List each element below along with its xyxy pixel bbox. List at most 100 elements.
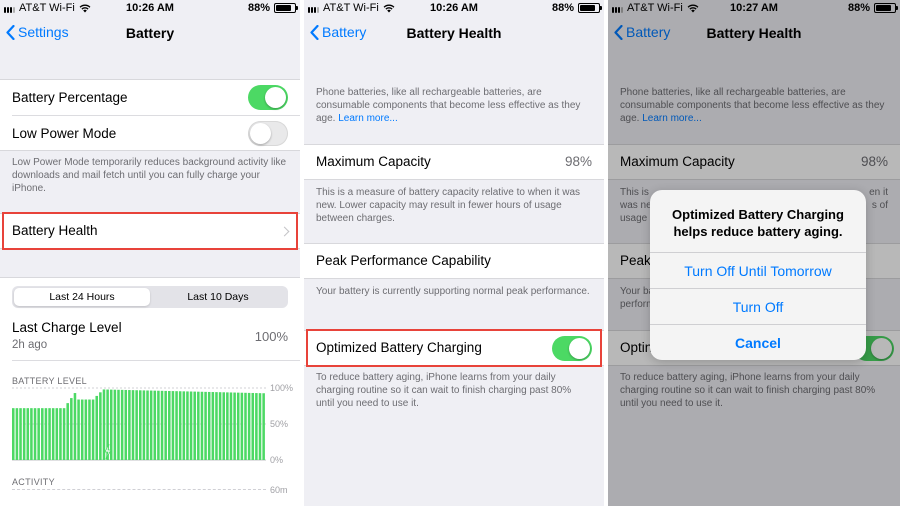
low-power-mode-note: Low Power Mode temporarily reduces backg… xyxy=(12,157,287,194)
battery-level-bar xyxy=(102,389,106,460)
battery-level-bar xyxy=(15,408,19,460)
battery-level-bar xyxy=(160,390,164,460)
battery-level-bar xyxy=(77,399,80,460)
battery-level-bar xyxy=(131,390,135,460)
battery-level-bar xyxy=(178,391,182,460)
cancel-button[interactable]: Cancel xyxy=(650,324,866,360)
battery-level-bar xyxy=(168,391,171,460)
battery-level-bar xyxy=(62,408,66,460)
battery-health-group: Battery Health xyxy=(0,213,300,249)
battery-level-bar xyxy=(189,391,193,460)
battery-level-bar xyxy=(211,392,215,460)
turn-off-until-tomorrow-button[interactable]: Turn Off Until Tomorrow xyxy=(650,252,866,288)
turn-off-button[interactable]: Turn Off xyxy=(650,288,866,324)
max-capacity-label: Maximum Capacity xyxy=(316,154,431,169)
battery-level-bar xyxy=(142,390,146,460)
battery-level-bar xyxy=(26,408,30,460)
battery-settings-screen: AT&T Wi-Fi 10:26 AM 88% Settings Battery… xyxy=(0,0,300,506)
max-capacity-value: 98% xyxy=(564,154,592,169)
battery-level-bar xyxy=(120,389,124,460)
battery-level-bar xyxy=(95,395,98,460)
battery-percent-label: 88% xyxy=(551,2,574,14)
last-charge-label: Last Charge Level xyxy=(12,320,122,335)
level-axis-100: 100% xyxy=(270,383,294,393)
battery-level-bar xyxy=(41,408,44,460)
battery-level-bar xyxy=(59,408,62,460)
battery-level-bar xyxy=(164,390,167,460)
low-power-mode-toggle[interactable] xyxy=(248,121,288,146)
battery-level-bar xyxy=(99,392,102,460)
battery-level-bar xyxy=(171,391,175,460)
chevron-left-icon xyxy=(310,24,319,40)
battery-level-bar xyxy=(251,392,255,460)
battery-level-bar xyxy=(37,408,40,460)
battery-level-bar xyxy=(222,392,225,460)
battery-percentage-label: Battery Percentage xyxy=(12,90,128,105)
back-button-settings[interactable]: Settings xyxy=(6,24,69,40)
peak-performance-group: Peak Performance Capability xyxy=(304,243,604,279)
battery-level-bar xyxy=(193,391,196,460)
battery-health-screen: AT&T Wi-Fi 10:26 AM 88% Battery Battery … xyxy=(304,0,604,506)
battery-level-bar xyxy=(66,403,69,460)
battery-percentage-toggle[interactable] xyxy=(248,85,288,110)
optimized-charging-row: Optimized Battery Charging xyxy=(304,331,604,365)
battery-intro-text: Phone batteries, like all rechargeable b… xyxy=(316,86,592,125)
battery-level-bar xyxy=(124,389,128,460)
battery-level-bar xyxy=(22,408,26,460)
max-capacity-group: Maximum Capacity 98% xyxy=(304,144,604,180)
peak-performance-note: Your battery is currently supporting nor… xyxy=(316,286,590,297)
max-capacity-row: Maximum Capacity 98% xyxy=(304,145,604,179)
battery-level-bar xyxy=(113,389,117,460)
battery-level-bar xyxy=(12,408,15,460)
low-power-mode-row: Low Power Mode xyxy=(0,116,300,151)
battery-level-bar xyxy=(19,408,22,460)
battery-level-bar xyxy=(204,391,207,460)
learn-more-link[interactable]: Learn more... xyxy=(338,113,397,124)
battery-level-bar xyxy=(51,408,55,460)
optimized-charging-toggle[interactable] xyxy=(552,336,592,361)
activity-label: ACTIVITY xyxy=(12,477,55,487)
level-axis-50: 50% xyxy=(270,419,289,429)
last-charge-value: 100% xyxy=(254,329,288,344)
optimized-charging-note: To reduce battery aging, iPhone learns f… xyxy=(316,372,572,409)
battery-level-bar xyxy=(247,392,251,460)
battery-level-bar xyxy=(200,391,204,460)
battery-level-bar xyxy=(80,399,84,460)
battery-percentage-row: Battery Percentage xyxy=(0,80,300,115)
battery-level-bar xyxy=(240,392,244,460)
navigation-bar: Battery Battery Health xyxy=(304,18,604,50)
last-charge-time: 2h ago xyxy=(12,339,48,351)
battery-icon xyxy=(578,3,602,13)
battery-level-bar xyxy=(139,390,142,460)
back-button-battery[interactable]: Battery xyxy=(310,24,366,40)
battery-level-bar xyxy=(128,390,131,460)
peak-performance-row: Peak Performance Capability xyxy=(304,244,604,278)
battery-level-bar xyxy=(182,391,186,460)
battery-level-bar xyxy=(84,399,88,460)
battery-level-bar xyxy=(157,390,160,460)
battery-level-bar xyxy=(229,392,233,460)
battery-level-bar xyxy=(233,392,236,460)
battery-health-row[interactable]: Battery Health xyxy=(0,214,300,248)
row-divider xyxy=(12,360,300,361)
time-range-segmented-control: Last 24 Hours Last 10 Days xyxy=(12,286,288,308)
battery-level-bar xyxy=(73,393,77,460)
tab-last-10-days[interactable]: Last 10 Days xyxy=(150,288,286,306)
battery-health-alert-screen: AT&T Wi-Fi 10:27 AM 88% Battery Battery … xyxy=(608,0,900,506)
battery-level-bar xyxy=(244,392,247,460)
battery-level-bar xyxy=(226,392,229,460)
peak-performance-label: Peak Performance Capability xyxy=(316,253,491,268)
low-power-mode-label: Low Power Mode xyxy=(12,126,117,141)
status-bar: AT&T Wi-Fi 10:26 AM 88% xyxy=(304,0,604,18)
battery-level-bar xyxy=(197,391,200,460)
battery-level-bar xyxy=(88,399,91,460)
optimized-charging-label: Optimized Battery Charging xyxy=(316,340,482,355)
tab-last-24-hours[interactable]: Last 24 Hours xyxy=(14,288,150,306)
battery-level-bar xyxy=(135,390,138,460)
battery-level-bar xyxy=(262,393,265,460)
battery-level-bar xyxy=(91,399,95,460)
activity-axis-60m: 60m xyxy=(270,485,288,495)
activity-grid xyxy=(12,489,266,490)
navigation-bar: Settings Battery xyxy=(0,18,300,50)
max-capacity-note: This is a measure of battery capacity re… xyxy=(316,187,581,224)
